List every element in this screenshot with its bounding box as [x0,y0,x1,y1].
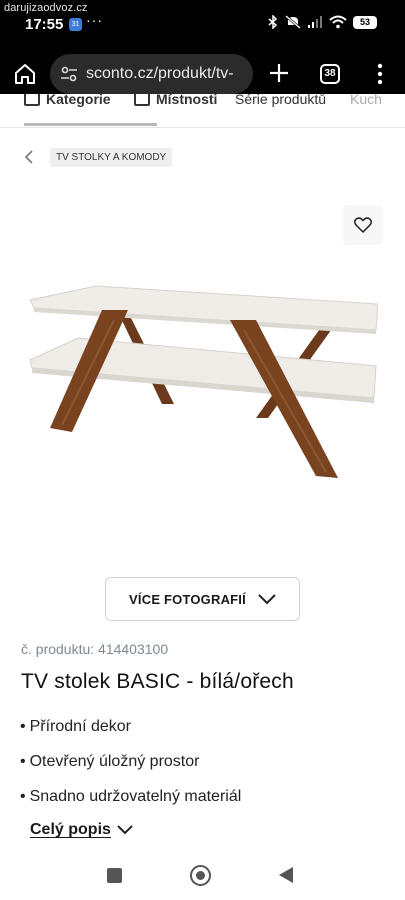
favorite-button[interactable] [343,205,383,245]
chevron-down-icon [117,825,133,835]
system-navigation-bar [0,850,405,900]
room-icon [134,94,150,106]
tab-switcher-button[interactable]: 38 [320,64,340,84]
feature-text: Otevřený úložný prostor [29,753,200,770]
heart-icon [354,217,372,233]
status-time: 17:55 [25,16,64,33]
battery-icon: 53 [353,15,377,29]
feature-text: Přírodní dekor [29,718,131,735]
recent-apps-icon[interactable] [107,868,122,883]
new-tab-icon[interactable] [268,62,290,84]
home-circle-icon[interactable] [190,865,211,886]
product-photo [29,285,378,478]
list-item: • Přírodní dekor [20,718,131,735]
tab-label: Kategorie [46,94,111,107]
address-bar[interactable]: sconto.cz/produkt/tv- [50,54,253,94]
feature-list: • Přírodní dekor • Otevřený úložný prostor… [20,716,241,821]
list-item: • Snadno udržovatelný materiál [20,788,242,805]
full-description-link[interactable]: Celý popis [30,821,133,839]
product-number: č. produktu: 414403100 [21,641,169,657]
more-photos-button[interactable]: VÍCE FOTOGRAFIÍ [105,577,300,621]
list-item: • Otevřený úložný prostor [20,753,200,770]
tab-label: Místnosti [156,94,218,107]
chevron-left-icon[interactable] [24,150,36,164]
tab-kuchyne[interactable]: Kuch [350,94,382,107]
breadcrumb[interactable]: TV STOLKY A KOMODY [50,148,173,167]
back-triangle-icon[interactable] [279,867,293,883]
active-tab-indicator [24,123,157,126]
wifi-icon [329,15,347,29]
tab-label: Série produktů [235,94,327,107]
bluetooth-icon [268,15,278,29]
more-notifications-icon: ··· [86,12,103,28]
url-text[interactable]: sconto.cz/produkt/tv- [86,65,234,83]
site-settings-icon[interactable] [60,65,78,83]
tab-label: Kuch [350,94,382,107]
tab-kategorie[interactable]: Kategorie [24,94,111,107]
browser-chrome: darujizaodvoz.cz 17:55 31 ··· 53 sconto.… [0,0,405,104]
product-title: TV stolek BASIC - bílá/ořech [21,670,294,693]
more-photos-label: VÍCE FOTOGRAFIÍ [129,591,246,607]
divider [0,127,405,128]
grid-icon [24,94,40,106]
tab-serie-produktu[interactable]: Série produktů [235,94,326,107]
mute-icon [285,15,301,29]
chevron-down-icon [258,593,276,604]
full-description-label: Celý popis [30,821,111,838]
status-icons: 53 [267,15,377,29]
calendar-icon: 31 [69,18,82,31]
feature-text: Snadno udržovatelný materiál [29,788,242,805]
watermark-text: darujizaodvoz.cz [4,2,88,14]
kebab-menu-icon[interactable] [372,62,388,86]
home-icon[interactable] [14,63,36,85]
tab-mistnosti[interactable]: Místnosti [134,94,217,107]
signal-icon [308,16,322,28]
